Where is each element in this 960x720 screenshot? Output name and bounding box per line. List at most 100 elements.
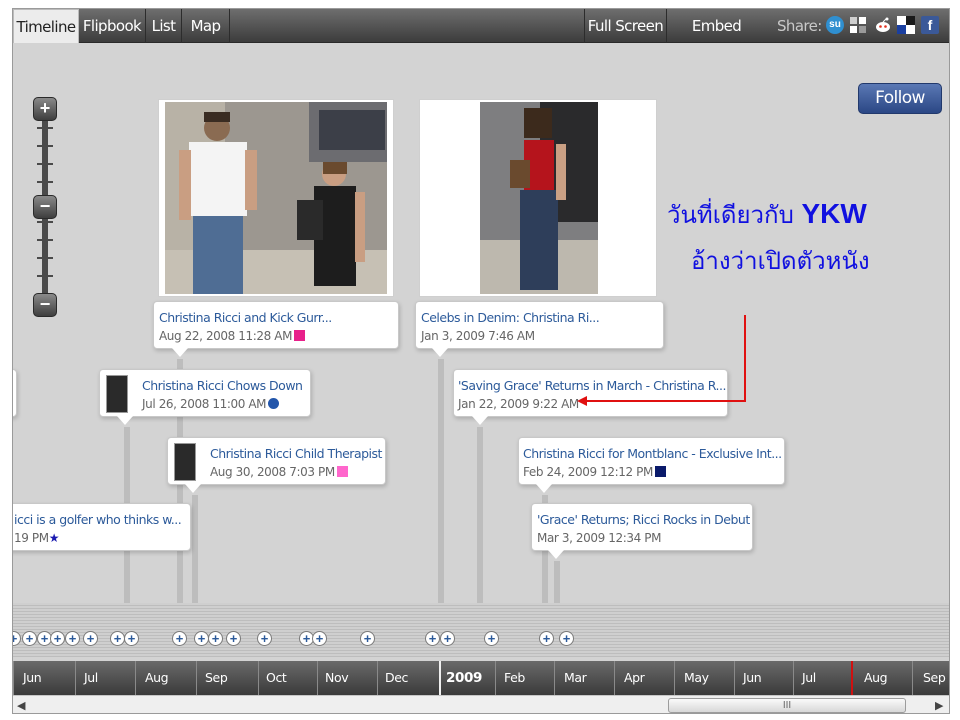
event-date: Aug 30, 2008 7:03 PM	[210, 465, 348, 479]
follow-button[interactable]: Follow	[858, 83, 942, 114]
zoom-in-button[interactable]: +	[33, 97, 57, 121]
event-title-link[interactable]: Christina Ricci Child Therapist	[210, 446, 382, 461]
zoom-tick	[37, 127, 53, 129]
expand-marker-icon[interactable]: +	[194, 631, 209, 646]
scroll-thumb[interactable]: III	[668, 698, 906, 713]
current-date-marker	[851, 661, 853, 695]
share-label: Share:	[777, 17, 822, 35]
expand-marker-icon[interactable]: +	[360, 631, 375, 646]
event-bubble[interactable]: icci is a golfer who thinks w... 19 PM★	[13, 503, 191, 551]
zoom-out-button[interactable]: −	[33, 293, 57, 317]
tab-timeline[interactable]: Timeline	[13, 9, 79, 44]
star-icon: ★	[48, 531, 60, 545]
year-divider	[439, 661, 441, 695]
zoom-tick	[37, 221, 53, 223]
bubble-pointer	[185, 484, 201, 493]
month-divider	[734, 661, 735, 695]
zoom-slider[interactable]: + − −	[33, 97, 57, 327]
event-title-link[interactable]: Christina Ricci Chows Down	[142, 378, 303, 393]
reddit-icon[interactable]	[874, 16, 892, 34]
expand-marker-icon[interactable]: +	[425, 631, 440, 646]
tab-flipbook[interactable]: Flipbook	[79, 9, 146, 43]
month-label: Aug	[864, 670, 888, 685]
annotation-line2: อ้างว่าเปิดตัวหนัง	[691, 247, 870, 275]
event-bubble[interactable]: Christina Ricci for Montblanc - Exclusiv…	[518, 437, 785, 493]
source-badge-icon	[268, 398, 280, 409]
bubble-pointer	[432, 348, 448, 357]
expand-marker-icon[interactable]: +	[208, 631, 223, 646]
embed-widget-button[interactable]: Embed Widget	[666, 9, 766, 69]
event-photo-couple[interactable]	[158, 99, 394, 297]
fullscreen-button[interactable]: Full Screen	[584, 9, 666, 43]
month-label: Oct	[266, 670, 287, 685]
event-title-link[interactable]: Christina Ricci for Montblanc - Exclusiv…	[523, 446, 782, 461]
event-date: Jul 26, 2008 11:00 AM	[142, 397, 280, 411]
expand-marker-icon[interactable]: +	[226, 631, 241, 646]
event-bubble[interactable]: 'Grace' Returns; Ricci Rocks in Debut Ma…	[531, 503, 753, 559]
event-title-link[interactable]: 'Grace' Returns; Ricci Rocks in Debut	[537, 512, 750, 527]
expand-marker-icon[interactable]: +	[50, 631, 65, 646]
event-date-text: 19 PM	[14, 531, 49, 545]
horizontal-scrollbar[interactable]: ◀ III ▶	[13, 695, 949, 713]
event-date: Jan 22, 2009 9:22 AM	[458, 397, 579, 411]
month-label: Nov	[325, 670, 349, 685]
month-divider	[258, 661, 259, 695]
annotation-line1: วันที่เดียวกับ YKW	[667, 195, 867, 234]
month-label: Jun	[23, 670, 42, 685]
tab-list[interactable]: List	[146, 9, 182, 43]
expand-marker-icon[interactable]: +	[312, 631, 327, 646]
digg-icon[interactable]	[897, 16, 915, 34]
month-label: Mar	[564, 670, 587, 685]
scroll-left-icon[interactable]: ◀	[17, 699, 25, 712]
event-bubble-offscreen[interactable]	[13, 369, 17, 417]
event-bubble[interactable]: Christina Ricci and Kick Gurr... Aug 22,…	[153, 301, 399, 357]
event-thumbnail[interactable]	[174, 443, 196, 481]
event-date-text: Jul 26, 2008 11:00 AM	[142, 397, 267, 411]
timeline-stage[interactable]: Follow + − − Christina Ricci and Kick Gu…	[13, 43, 949, 661]
month-divider	[793, 661, 794, 695]
event-date: Mar 3, 2009 12:34 PM	[537, 531, 662, 545]
tab-map[interactable]: Map	[182, 9, 230, 43]
month-axis[interactable]: Jun Jul Aug Sep Oct Nov Dec 2009 Feb Mar…	[13, 661, 949, 695]
stumbleupon-icon[interactable]: su	[826, 16, 844, 34]
month-divider	[75, 661, 76, 695]
expand-marker-icon[interactable]: +	[13, 631, 21, 646]
month-label: Aug	[145, 670, 169, 685]
event-title-link[interactable]: icci is a golfer who thinks w...	[14, 512, 182, 527]
expand-marker-icon[interactable]: +	[83, 631, 98, 646]
expand-marker-icon[interactable]: +	[559, 631, 574, 646]
event-date: 19 PM★	[14, 531, 59, 545]
event-photo-denim[interactable]	[419, 99, 657, 297]
expand-marker-icon[interactable]: +	[22, 631, 37, 646]
month-divider	[554, 661, 555, 695]
event-bubble[interactable]: Christina Ricci Chows Down Jul 26, 2008 …	[99, 369, 311, 425]
scroll-right-icon[interactable]: ▶	[935, 699, 943, 712]
month-divider	[317, 661, 318, 695]
expand-marker-icon[interactable]: +	[257, 631, 272, 646]
event-date: Jan 3, 2009 7:46 AM	[421, 329, 535, 343]
expand-marker-icon[interactable]: +	[484, 631, 499, 646]
bubble-pointer	[536, 484, 552, 493]
month-label: Apr	[624, 670, 645, 685]
zoom-tick	[37, 163, 53, 165]
expand-marker-icon[interactable]: +	[539, 631, 554, 646]
month-label: May	[684, 670, 709, 685]
event-thumbnail[interactable]	[106, 375, 128, 413]
expand-marker-icon[interactable]: +	[440, 631, 455, 646]
event-bubble[interactable]: Christina Ricci Child Therapist Aug 30, …	[167, 437, 386, 493]
zoom-tick	[37, 181, 53, 183]
delicious-icon[interactable]	[849, 16, 867, 34]
expand-marker-icon[interactable]: +	[65, 631, 80, 646]
event-title-link[interactable]: Christina Ricci and Kick Gurr...	[159, 310, 332, 325]
zoom-tick	[37, 275, 53, 277]
month-divider	[674, 661, 675, 695]
expand-marker-icon[interactable]: +	[124, 631, 139, 646]
expand-marker-icon[interactable]: +	[172, 631, 187, 646]
zoom-handle[interactable]: −	[33, 195, 57, 219]
month-divider	[614, 661, 615, 695]
year-label: 2009	[446, 670, 482, 686]
facebook-icon[interactable]: f	[921, 16, 939, 34]
event-marker-row: + + + + + + + + + + + + + + + + + + + + …	[13, 603, 949, 657]
month-label: Sep	[205, 670, 228, 685]
expand-marker-icon[interactable]: +	[110, 631, 125, 646]
